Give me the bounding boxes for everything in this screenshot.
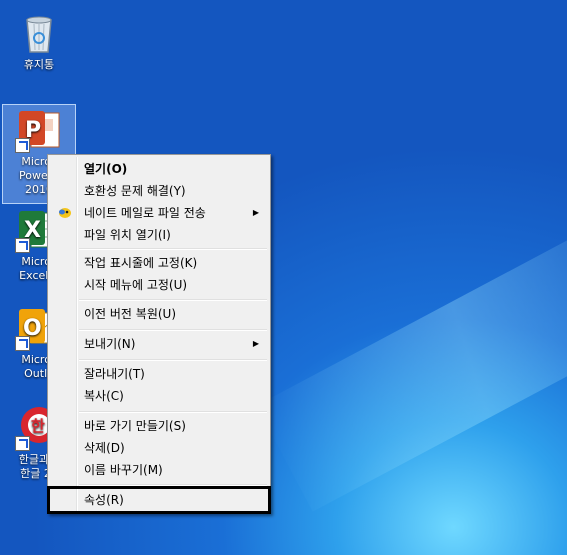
menu-item-open[interactable]: 열기(O) (51, 158, 267, 180)
nate-mail-icon (57, 205, 73, 221)
menu-separator (79, 299, 267, 301)
menu-item-label: 이전 버전 복원(U) (84, 307, 177, 321)
menu-item-label: 네이트 메일로 파일 전송 (84, 206, 206, 220)
recycle-bin-icon[interactable]: 휴지통 (2, 8, 76, 72)
submenu-arrow-icon: ▶ (252, 208, 259, 217)
wallpaper-light-streak (256, 208, 567, 512)
properties-highlight-box (47, 486, 271, 514)
powerpoint-icon: P (15, 105, 63, 153)
menu-item-label: 파일 위치 열기(I) (84, 228, 171, 242)
shortcut-arrow-icon (15, 238, 30, 253)
menu-item-restore-previous-versions[interactable]: 이전 버전 복원(U) (51, 303, 267, 325)
shortcut-arrow-icon (15, 138, 30, 153)
menu-item-send-to[interactable]: 보내기(N) ▶ (51, 333, 267, 355)
context-menu: 열기(O) 호환성 문제 해결(Y) 네이트 메일로 파일 전송 ▶ 파일 위치… (47, 154, 271, 514)
shortcut-arrow-icon (15, 336, 30, 351)
recycle-bin-label: 휴지통 (23, 58, 55, 71)
menu-item-label: 보내기(N) (84, 337, 136, 351)
menu-item-pin-to-start-menu[interactable]: 시작 메뉴에 고정(U) (51, 274, 267, 296)
menu-item-troubleshoot-compatibility[interactable]: 호환성 문제 해결(Y) (51, 180, 267, 202)
menu-separator (79, 248, 267, 250)
menu-item-label: 복사(C) (84, 389, 124, 403)
menu-item-label: 바로 가기 만들기(S) (84, 419, 186, 433)
menu-separator (79, 329, 267, 331)
menu-item-label: 잘라내기(T) (84, 367, 145, 381)
submenu-arrow-icon: ▶ (252, 339, 259, 348)
menu-item-label: 이름 바꾸기(M) (84, 463, 163, 477)
menu-item-open-file-location[interactable]: 파일 위치 열기(I) (51, 224, 267, 246)
menu-item-label: 삭제(D) (84, 441, 125, 455)
menu-item-copy[interactable]: 복사(C) (51, 385, 267, 407)
menu-item-label: 호환성 문제 해결(Y) (84, 184, 186, 198)
recycle-bin-glyph-icon (15, 8, 63, 56)
svg-text:한: 한 (31, 417, 45, 435)
menu-item-rename[interactable]: 이름 바꾸기(M) (51, 459, 267, 481)
menu-item-pin-to-taskbar[interactable]: 작업 표시줄에 고정(K) (51, 252, 267, 274)
menu-item-send-nate-mail[interactable]: 네이트 메일로 파일 전송 ▶ (51, 202, 267, 224)
menu-item-label: 작업 표시줄에 고정(K) (84, 256, 198, 270)
menu-separator (79, 359, 267, 361)
menu-item-delete[interactable]: 삭제(D) (51, 437, 267, 459)
menu-separator (79, 411, 267, 413)
menu-item-label: 열기(O) (84, 162, 128, 176)
menu-item-create-shortcut[interactable]: 바로 가기 만들기(S) (51, 415, 267, 437)
shortcut-arrow-icon (15, 436, 30, 451)
menu-item-cut[interactable]: 잘라내기(T) (51, 363, 267, 385)
menu-item-label: 시작 메뉴에 고정(U) (84, 278, 188, 292)
